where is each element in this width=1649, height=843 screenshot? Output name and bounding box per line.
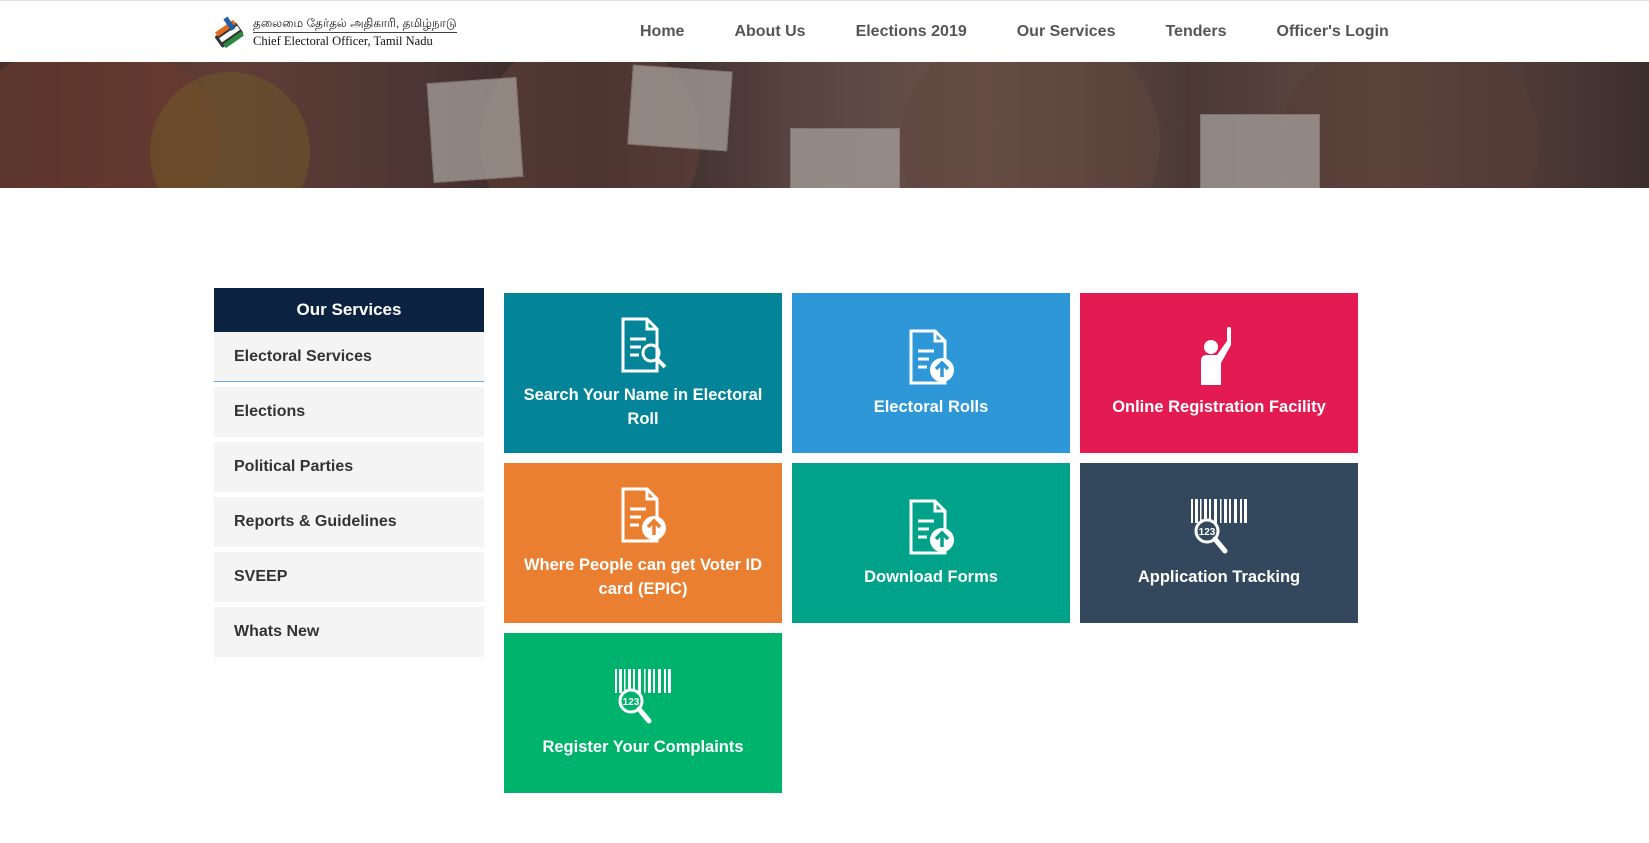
nav-home[interactable]: Home xyxy=(640,23,684,41)
sidebar-item-sveep[interactable]: SVEEP xyxy=(214,552,484,602)
sidebar-item-political-parties[interactable]: Political Parties xyxy=(214,442,484,492)
sidebar-item-elections[interactable]: Elections xyxy=(214,387,484,437)
tile-label: Electoral Rolls xyxy=(873,398,989,416)
tile-download-forms[interactable]: Download Forms xyxy=(792,463,1070,623)
logo-english-text: Chief Electoral Officer, Tamil Nadu xyxy=(253,33,433,48)
document-upload-icon xyxy=(901,497,961,557)
document-search-icon xyxy=(613,315,673,375)
sidebar-item-electoral-services[interactable]: Electoral Services xyxy=(214,332,484,382)
svg-text:123: 123 xyxy=(623,697,640,708)
hero-banner-image xyxy=(0,62,1649,188)
top-header: தலைமை தேர்தல் அதிகாரி, தமிழ்நாடு Chief E… xyxy=(0,0,1649,62)
document-upload-icon xyxy=(901,327,961,387)
main-nav: Home About Us Elections 2019 Our Service… xyxy=(640,1,1439,63)
tile-label: Download Forms xyxy=(864,568,998,586)
nav-elections-2019[interactable]: Elections 2019 xyxy=(856,23,967,41)
services-sidebar: Our Services Electoral Services Election… xyxy=(214,288,484,657)
barcode-search-icon: 123 xyxy=(613,667,673,727)
nav-our-services[interactable]: Our Services xyxy=(1017,23,1116,41)
site-logo[interactable]: தலைமை தேர்தல் அதிகாரி, தமிழ்நாடு Chief E… xyxy=(213,14,457,50)
sidebar-item-reports-guidelines[interactable]: Reports & Guidelines xyxy=(214,497,484,547)
sidebar-title: Our Services xyxy=(214,288,484,332)
tile-label: Application Tracking xyxy=(1137,568,1301,586)
tile-application-tracking[interactable]: 123 Application Tracking xyxy=(1080,463,1358,623)
barcode-search-icon: 123 xyxy=(1189,497,1249,557)
logo-tamil-text: தலைமை தேர்தல் அதிகாரி, தமிழ்நாடு xyxy=(253,16,457,33)
tile-label: Online Registration Facility xyxy=(1112,398,1326,416)
tile-label: Where People can get Voter ID card (EPIC… xyxy=(523,556,763,598)
nav-officers-login[interactable]: Officer's Login xyxy=(1277,23,1389,41)
tile-label: Register Your Complaints xyxy=(542,738,744,756)
sidebar-item-whats-new[interactable]: Whats New xyxy=(214,607,484,657)
tile-online-registration[interactable]: Online Registration Facility xyxy=(1080,293,1358,453)
tile-label: Search Your Name in Electoral Roll xyxy=(523,386,763,428)
tile-voter-id-epic[interactable]: Where People can get Voter ID card (EPIC… xyxy=(504,463,782,623)
tile-register-complaints[interactable]: 123 Register Your Complaints xyxy=(504,633,782,793)
nav-tenders[interactable]: Tenders xyxy=(1165,23,1226,41)
document-upload-icon xyxy=(613,485,673,545)
raised-hand-icon xyxy=(1189,327,1249,387)
ballot-logo-icon xyxy=(213,14,247,50)
tile-electoral-rolls[interactable]: Electoral Rolls xyxy=(792,293,1070,453)
svg-text:123: 123 xyxy=(1199,527,1216,538)
nav-about-us[interactable]: About Us xyxy=(734,23,805,41)
tile-search-name[interactable]: Search Your Name in Electoral Roll xyxy=(504,293,782,453)
